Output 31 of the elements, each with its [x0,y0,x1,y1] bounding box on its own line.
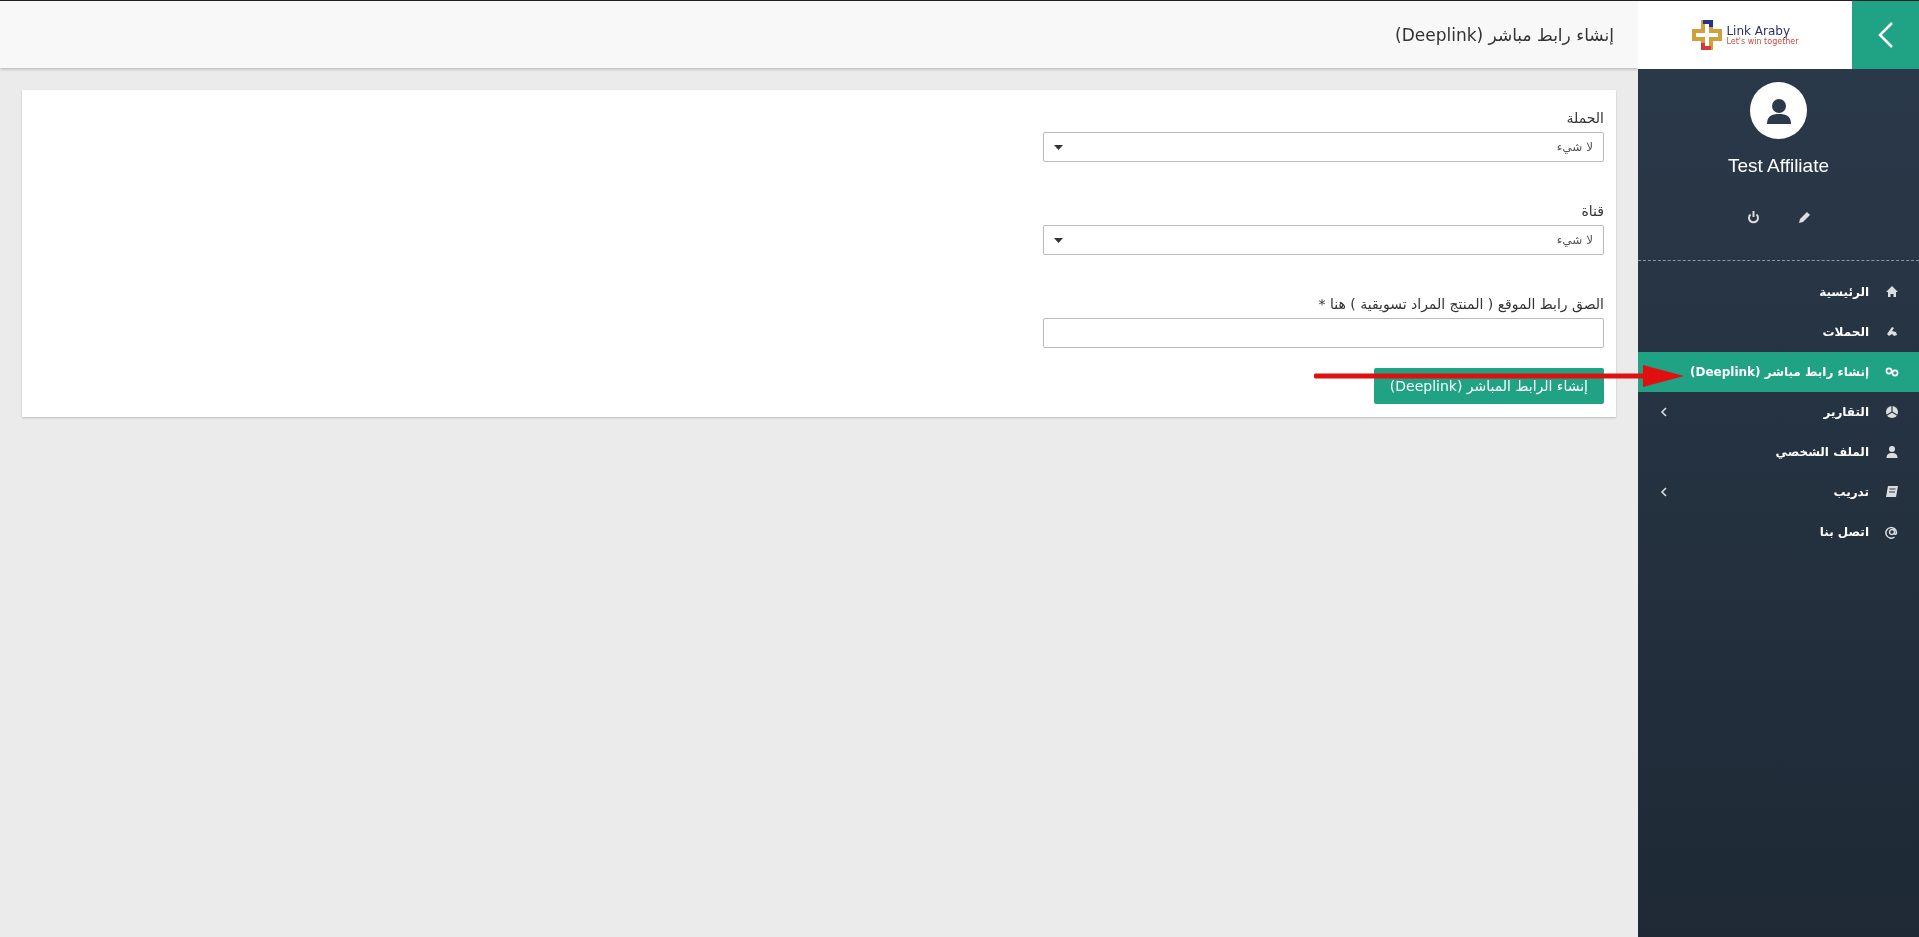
user-name: Test Affiliate [1727,155,1829,177]
logout-button[interactable] [1746,211,1760,224]
user-silhouette-icon [1764,96,1793,125]
logo-tagline: Let's win together [1726,38,1799,45]
menu-item[interactable]: التقارير [1638,392,1919,432]
url-input-field[interactable] [1043,318,1604,348]
link-icon [1885,365,1899,379]
at-sign-icon [1885,525,1899,539]
page-title: إنشاء رابط مباشر (Deeplink) [1395,24,1614,45]
field-label: قناة [1581,203,1604,219]
pencil-icon [1797,211,1811,224]
logo-name: Link Araby [1726,25,1791,38]
field-label: الصق رابط الموقع ( المنتج المراد تسويقية ) هنا * [1318,296,1604,312]
logo-mark-icon [1691,19,1724,51]
book-icon [1885,485,1899,499]
menu-item[interactable]: الملف الشخصي [1638,432,1919,472]
power-icon [1746,211,1760,224]
home-icon [1885,285,1899,299]
edit-profile-button[interactable] [1797,211,1811,224]
caret-icon [1054,144,1063,150]
menu-item[interactable]: الحملات [1638,312,1919,352]
menu-item[interactable]: اتصل بنا [1638,512,1919,552]
chevron-left-icon [1877,21,1894,49]
dropdown-field[interactable]: لا شيء [1043,225,1604,255]
pie-chart-icon [1885,405,1899,419]
user-icon [1885,445,1899,459]
menu-item[interactable]: الرئيسية [1638,272,1919,312]
menu-item[interactable]: تدريب [1638,472,1919,512]
caret-icon [1054,237,1063,243]
field-label: الحملة [1566,110,1604,126]
dropdown-field[interactable]: لا شيء [1043,132,1604,162]
